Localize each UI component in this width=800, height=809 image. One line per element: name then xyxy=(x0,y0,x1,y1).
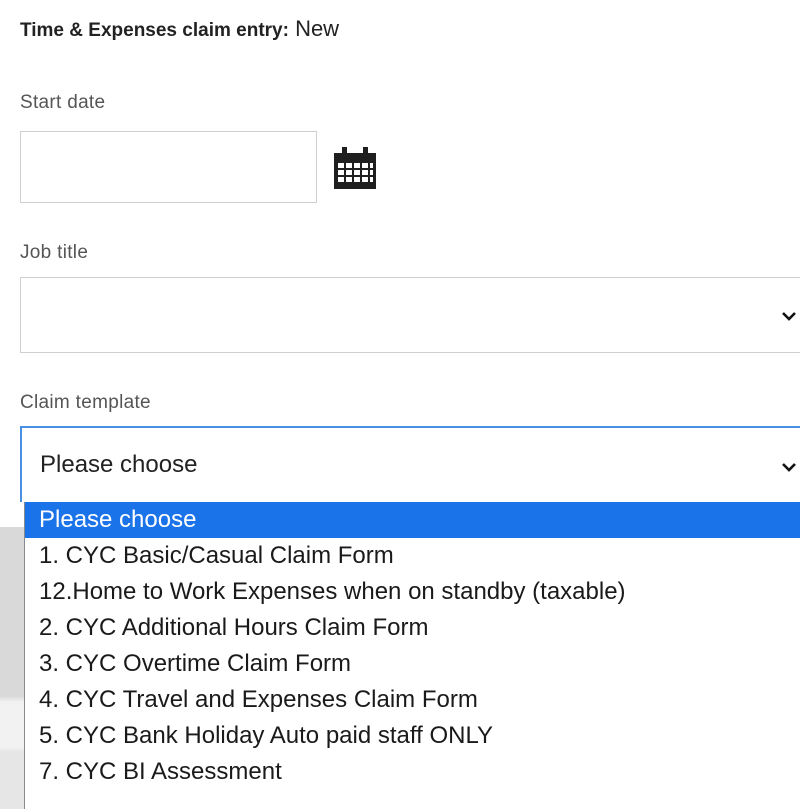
page-title-label: Time & Expenses claim entry: xyxy=(20,20,289,41)
claim-template-options[interactable]: Please choose 1. CYC Basic/Casual Claim … xyxy=(24,502,800,809)
page-title-status: New xyxy=(295,16,340,41)
claim-template-value: Please choose xyxy=(40,451,198,478)
job-title-label: Job title xyxy=(20,242,89,263)
claim-template-select[interactable]: Please choose xyxy=(20,426,800,502)
chevron-down-icon xyxy=(782,312,796,321)
start-date-input[interactable] xyxy=(20,131,317,203)
option-bi-assessment[interactable]: 7. CYC BI Assessment xyxy=(25,754,800,790)
option-additional-hours[interactable]: 2. CYC Additional Hours Claim Form xyxy=(25,610,800,646)
option-please-choose[interactable]: Please choose xyxy=(25,502,800,538)
calendar-icon[interactable] xyxy=(332,147,378,191)
option-home-to-work[interactable]: 12.Home to Work Expenses when on standby… xyxy=(25,574,800,610)
option-bank-holiday[interactable]: 5. CYC Bank Holiday Auto paid staff ONLY xyxy=(25,718,800,754)
option-overtime[interactable]: 3. CYC Overtime Claim Form xyxy=(25,646,800,682)
page-title: Time & Expenses claim entry: New xyxy=(20,16,339,44)
chevron-down-icon xyxy=(782,463,796,472)
option-basic-casual[interactable]: 1. CYC Basic/Casual Claim Form xyxy=(25,538,800,574)
job-title-select[interactable] xyxy=(20,277,800,353)
option-travel-expenses[interactable]: 4. CYC Travel and Expenses Claim Form xyxy=(25,682,800,718)
claim-template-label: Claim template xyxy=(20,392,151,413)
background-overlay xyxy=(0,527,24,809)
start-date-label: Start date xyxy=(20,92,106,113)
